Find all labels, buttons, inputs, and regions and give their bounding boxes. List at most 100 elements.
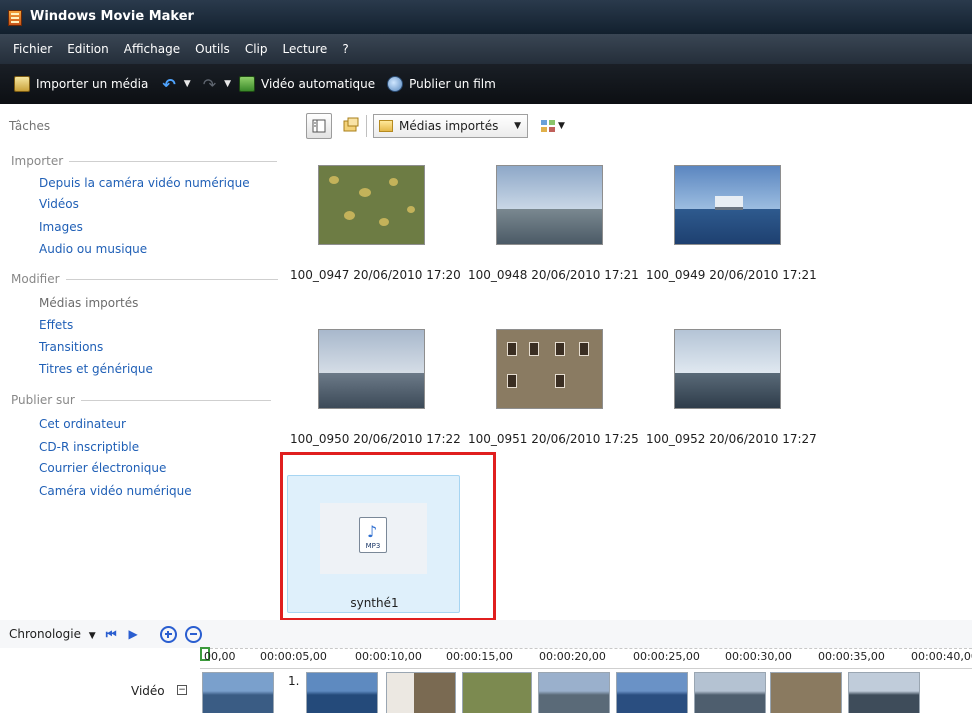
section-header-importer: Importer — [11, 154, 278, 168]
thumbnails-view-icon — [541, 120, 555, 132]
publish-movie-icon — [387, 76, 404, 92]
mp3-file-icon: ♪ MP3 — [359, 517, 387, 553]
undo-icon[interactable]: ↶ — [162, 75, 175, 94]
task-import-images[interactable]: Images — [39, 220, 83, 234]
task-transitions[interactable]: Transitions — [39, 340, 103, 354]
media-thumbnail[interactable] — [674, 165, 781, 245]
media-label: 100_0948 20/06/2010 17:21 — [468, 268, 639, 282]
video-track-label: Vidéo — [131, 684, 165, 698]
task-publish-computer[interactable]: Cet ordinateur — [39, 417, 126, 431]
collection-toolbar: Médias importés ▼ ▼ — [306, 112, 565, 140]
timeline-ruler[interactable]: 00,00 00:00:05,00 00:00:10,00 00:00:15,0… — [200, 647, 972, 664]
collapse-toggle-icon[interactable]: − — [177, 685, 187, 695]
menu-bar: Fichier Edition Affichage Outils Clip Le… — [0, 34, 972, 64]
collection-dropdown-value: Médias importés — [399, 119, 499, 133]
undo-dropdown-icon[interactable]: ▼ — [184, 79, 191, 89]
import-media-label: Importer un média — [36, 77, 149, 91]
task-imported-media[interactable]: Médias importés — [39, 296, 138, 310]
publish-movie-label: Publier un film — [409, 77, 496, 91]
title-bar: Windows Movie Maker — [0, 0, 972, 34]
ruler-tick-label: 00:00:40,00 — [911, 650, 972, 663]
timeline-clip[interactable] — [538, 672, 610, 713]
tasks-title: Tâches — [9, 119, 51, 133]
ruler-tick-label: 00:00:10,00 — [355, 650, 422, 663]
media-label: 100_0952 20/06/2010 17:27 — [646, 432, 817, 446]
timeline-toolbar: Chronologie ▼ ⏮ ▶ — [0, 620, 972, 648]
auto-movie-button[interactable]: Vidéo automatique — [239, 76, 375, 92]
timeline-mode-dropdown[interactable]: Chronologie ▼ — [9, 627, 96, 641]
tasks-panel: Tâches Importer Depuis la caméra vidéo n… — [0, 104, 282, 609]
task-effects[interactable]: Effets — [39, 318, 73, 332]
menu-fichier[interactable]: Fichier — [13, 42, 52, 56]
media-thumbnail[interactable] — [318, 165, 425, 245]
panel-icon — [312, 119, 326, 133]
media-thumbnail[interactable] — [496, 165, 603, 245]
timeline-clip[interactable] — [848, 672, 920, 713]
menu-outils[interactable]: Outils — [195, 42, 230, 56]
chevron-down-icon: ▼ — [88, 631, 96, 641]
audio-media-label: synthé1 — [350, 596, 399, 610]
timeline-clip[interactable] — [386, 672, 456, 713]
video-track-strip[interactable] — [200, 668, 972, 713]
media-label: 100_0951 20/06/2010 17:25 — [468, 432, 639, 446]
ruler-tick-label: 00:00:20,00 — [539, 650, 606, 663]
media-label: 100_0947 20/06/2010 17:20 — [290, 268, 461, 282]
media-label: 100_0949 20/06/2010 17:21 — [646, 268, 817, 282]
publish-movie-button[interactable]: Publier un film — [387, 76, 496, 92]
toolbar-separator — [366, 115, 367, 137]
menu-affichage[interactable]: Affichage — [124, 42, 180, 56]
auto-movie-icon — [239, 76, 256, 92]
chevron-down-icon: ▼ — [514, 121, 521, 131]
audio-media-item[interactable]: ♪ MP3 synthé1 — [287, 475, 460, 613]
task-titles-credits[interactable]: Titres et générique — [39, 362, 153, 376]
section-header-modifier: Modifier — [11, 272, 278, 286]
ruler-tick-label: 00:00:30,00 — [725, 650, 792, 663]
rewind-icon[interactable]: ⏮ — [106, 627, 117, 642]
task-import-camera[interactable]: Depuis la caméra vidéo numérique — [39, 176, 250, 190]
timeline-clip[interactable] — [306, 672, 378, 713]
task-publish-cdr[interactable]: CD-R inscriptible — [39, 440, 139, 454]
tasks-pane-toggle-button[interactable] — [306, 113, 332, 139]
view-options-chevron-icon: ▼ — [558, 121, 565, 131]
zoom-in-icon[interactable] — [159, 625, 177, 643]
import-media-button[interactable]: Importer un média — [14, 76, 148, 92]
task-publish-camera[interactable]: Caméra vidéo numérique — [39, 484, 192, 498]
audio-thumbnail: ♪ MP3 — [320, 503, 427, 574]
view-options-button[interactable]: ▼ — [540, 119, 565, 133]
video-track: Vidéo − 1. — [0, 664, 972, 713]
collection-dropdown[interactable]: Médias importés ▼ — [373, 114, 528, 138]
media-thumbnail[interactable] — [496, 329, 603, 409]
media-thumbnail[interactable] — [674, 329, 781, 409]
clip-number: 1. — [288, 674, 300, 688]
import-media-icon — [14, 76, 30, 92]
ruler-tick-label: 00:00:25,00 — [633, 650, 700, 663]
menu-lecture[interactable]: Lecture — [282, 42, 327, 56]
section-header-publier: Publier sur — [11, 393, 271, 407]
folder-icon — [379, 120, 393, 132]
task-import-videos[interactable]: Vidéos — [39, 197, 79, 211]
timeline-clip[interactable] — [462, 672, 532, 713]
menu-edition[interactable]: Edition — [67, 42, 109, 56]
redo-dropdown-icon[interactable]: ▼ — [224, 79, 231, 89]
timeline-clip[interactable] — [202, 672, 274, 713]
timeline-clip[interactable] — [616, 672, 688, 713]
main-toolbar: Importer un média ↶ ▼ ↷ ▼ Vidéo automati… — [0, 64, 972, 104]
timeline-clip[interactable] — [770, 672, 842, 713]
menu-clip[interactable]: Clip — [245, 42, 268, 56]
task-publish-email[interactable]: Courrier électronique — [39, 461, 166, 475]
play-icon[interactable]: ▶ — [129, 627, 138, 641]
task-import-audio[interactable]: Audio ou musique — [39, 242, 147, 256]
ruler-tick-label: 00,00 — [204, 650, 236, 663]
zoom-out-icon[interactable] — [184, 625, 202, 643]
media-thumbnail[interactable] — [318, 329, 425, 409]
collections-icon[interactable] — [342, 117, 360, 136]
timeline-clip[interactable] — [694, 672, 766, 713]
movie-maker-app-icon — [8, 10, 22, 26]
media-label: 100_0950 20/06/2010 17:22 — [290, 432, 461, 446]
ruler-tick-label: 00:00:05,00 — [260, 650, 327, 663]
window-title: Windows Movie Maker — [30, 9, 194, 24]
ruler-tick-label: 00:00:15,00 — [446, 650, 513, 663]
menu-help[interactable]: ? — [342, 42, 348, 56]
ruler-tick-label: 00:00:35,00 — [818, 650, 885, 663]
redo-icon[interactable]: ↷ — [203, 75, 216, 94]
